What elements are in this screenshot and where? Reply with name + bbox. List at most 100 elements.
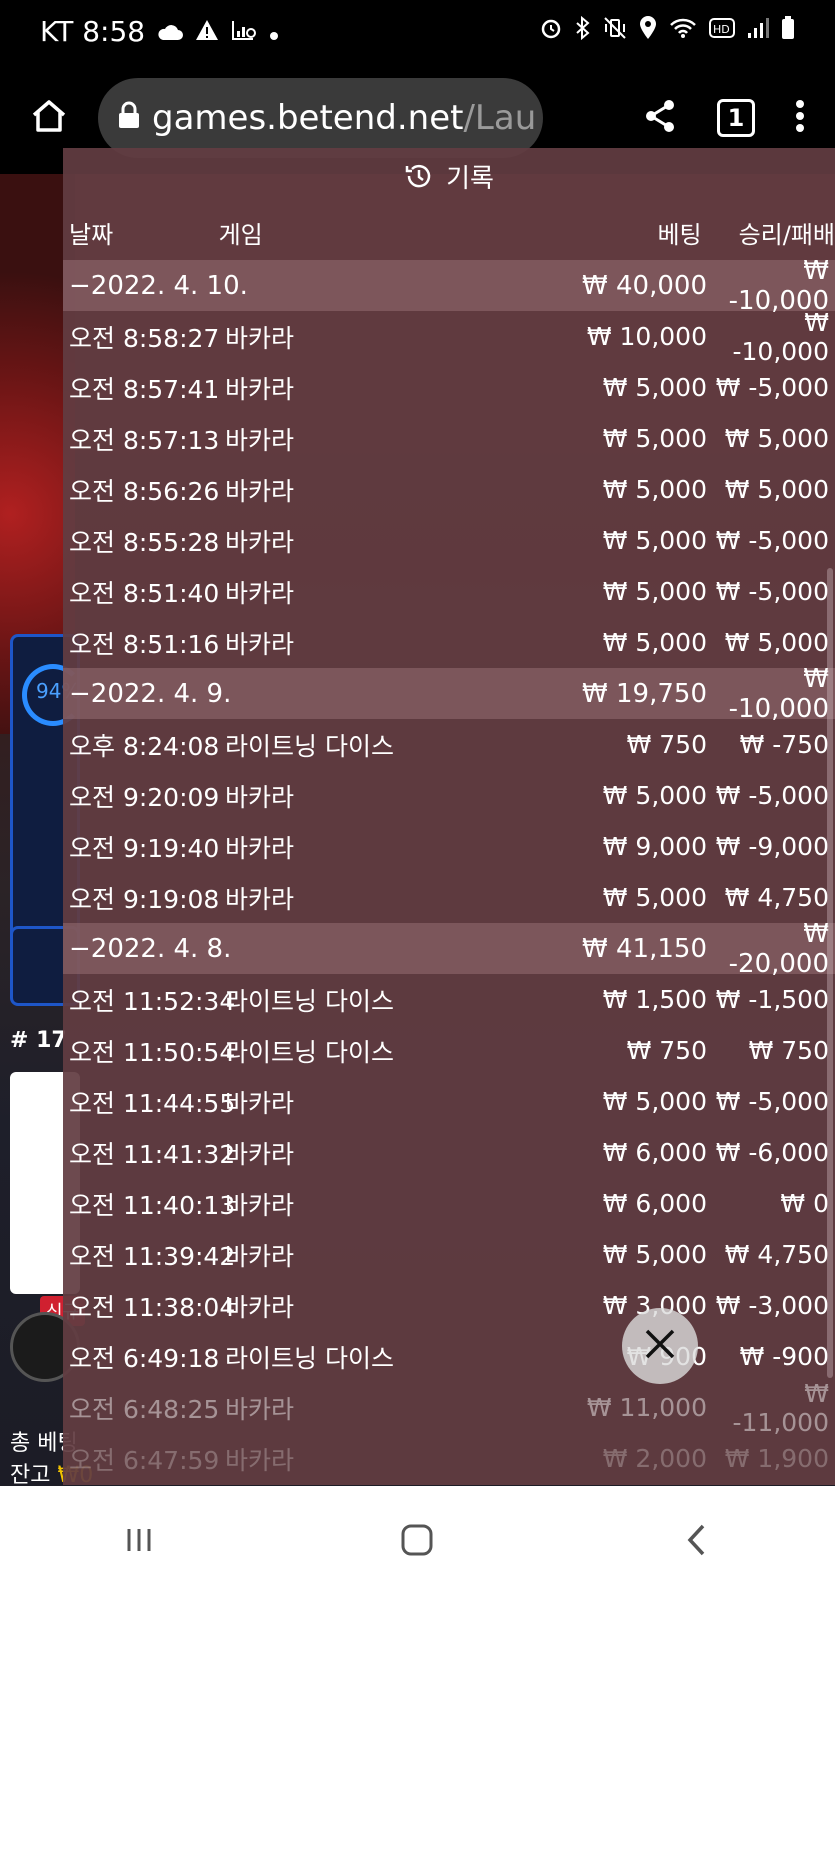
row-game: 바카라 [225, 1292, 295, 1322]
history-row[interactable]: 오전 8:57:41 바카라 ₩ 5,000 ₩ -5,000 [63, 362, 835, 413]
row-bet: ₩ 5,000 [602, 424, 707, 453]
row-time: 오전 11:39:42 [69, 1241, 236, 1271]
row-game: 바카라 [225, 1241, 295, 1271]
history-row[interactable]: 오전 8:51:16 바카라 ₩ 5,000 ₩ 5,000 [63, 617, 835, 668]
row-result: ₩ 4,750 [724, 1240, 829, 1269]
row-result: ₩ -3,000 [715, 1291, 829, 1320]
history-row[interactable]: 오전 8:57:13 바카라 ₩ 5,000 ₩ 5,000 [63, 413, 835, 464]
nav-home-button[interactable] [377, 1512, 457, 1572]
row-game: 바카라 [225, 1445, 295, 1475]
row-time: 오전 8:57:13 [69, 425, 220, 455]
row-game: 바카라 [225, 1394, 295, 1424]
row-bet: ₩ 5,000 [602, 1240, 707, 1269]
row-time: 오전 8:56:26 [69, 476, 220, 506]
row-time: 오전 9:20:09 [69, 782, 220, 812]
system-nav-bar [0, 1486, 835, 1856]
history-row[interactable]: 오전 6:47:59 바카라 ₩ 2,000 ₩ 1,900 [63, 1433, 835, 1484]
bluetooth-icon [575, 15, 591, 46]
recents-button[interactable] [99, 1512, 179, 1572]
date-group-row[interactable]: −2022. 4. 10. ₩ 40,000 ₩ -10,000 [63, 256, 835, 316]
row-game: 라이트닝 다이스 [225, 1343, 394, 1373]
carrier-time: KT 8:58 [40, 14, 146, 48]
tab-switcher-button[interactable]: 1 [717, 99, 755, 137]
row-bet: ₩ 5,000 [602, 781, 707, 810]
battery-icon [781, 16, 795, 46]
share-icon[interactable] [643, 99, 677, 137]
back-icon [685, 1523, 707, 1561]
history-row[interactable]: 오전 11:39:42 바카라 ₩ 5,000 ₩ 4,750 [63, 1229, 835, 1280]
row-game: 라이트닝 다이스 [225, 986, 394, 1016]
row-time: 오후 8:24:08 [69, 731, 220, 761]
history-row[interactable]: 오전 8:51:40 바카라 ₩ 5,000 ₩ -5,000 [63, 566, 835, 617]
row-bet: ₩ 750 [626, 1036, 707, 1065]
row-game: 바카라 [225, 425, 295, 455]
history-row[interactable]: 오전 11:40:13 바카라 ₩ 6,000 ₩ 0 [63, 1178, 835, 1229]
row-bet: ₩ 1,500 [602, 985, 707, 1014]
scrollbar[interactable] [827, 568, 833, 1378]
history-row[interactable]: 오전 8:55:28 바카라 ₩ 5,000 ₩ -5,000 [63, 515, 835, 566]
row-game: 바카라 [225, 1139, 295, 1169]
row-result: ₩ 1,900 [724, 1444, 829, 1473]
history-row[interactable]: 오전 11:50:54 라이트닝 다이스 ₩ 750 ₩ 750 [63, 1025, 835, 1076]
history-row[interactable]: 오후 8:24:08 라이트닝 다이스 ₩ 750 ₩ -750 [63, 719, 835, 770]
row-bet: ₩ 6,000 [602, 1138, 707, 1167]
history-row[interactable]: 오전 9:20:09 바카라 ₩ 5,000 ₩ -5,000 [63, 770, 835, 821]
close-icon [644, 1328, 676, 1364]
history-row[interactable]: 오전 6:48:25 바카라 ₩ 11,000 ₩ -11,000 [63, 1379, 835, 1437]
alarm-icon [539, 16, 563, 46]
row-result: ₩ -750 [739, 730, 829, 759]
column-bet: 베팅 [657, 220, 702, 249]
row-game: 바카라 [225, 374, 295, 404]
row-bet: ₩ 11,000 [586, 1393, 707, 1422]
history-row[interactable]: 오전 11:52:34 라이트닝 다이스 ₩ 1,500 ₩ -1,500 [63, 974, 835, 1025]
row-time: 오전 9:19:08 [69, 884, 220, 914]
date-group-row[interactable]: −2022. 4. 8. ₩ 41,150 ₩ -20,000 [63, 919, 835, 979]
row-bet: ₩ 5,000 [602, 883, 707, 912]
row-bet: ₩ 5,000 [602, 1087, 707, 1116]
history-row[interactable]: 오전 6:49:18라이트닝 다이스₩ 900₩ -900 [63, 1331, 835, 1382]
date-group-row[interactable]: −2022. 4. 9. ₩ 19,750 ₩ -10,000 [63, 664, 835, 724]
history-row[interactable]: 오전 9:19:08 바카라 ₩ 5,000 ₩ 4,750 [63, 872, 835, 923]
row-time: 오전 8:58:27 [69, 323, 220, 353]
row-time: 오전 6:47:59 [69, 1445, 220, 1475]
group-bet-total: ₩ 40,000 [582, 270, 707, 301]
vibrate-icon [603, 16, 627, 46]
column-result: 승리/패배 [738, 220, 835, 249]
close-button[interactable] [622, 1308, 698, 1384]
row-game: 바카라 [225, 884, 295, 914]
row-result: ₩ -5,000 [715, 1087, 829, 1116]
row-bet: ₩ 2,000 [602, 1444, 707, 1473]
row-game: 바카라 [225, 1088, 295, 1118]
row-result: ₩ 4,750 [724, 883, 829, 912]
url-text: games.betend.net/Lau [152, 98, 536, 138]
history-row[interactable]: 오전 11:41:32 바카라 ₩ 6,000 ₩ -6,000 [63, 1127, 835, 1178]
row-game: 바카라 [225, 323, 295, 353]
home-icon [31, 99, 67, 137]
group-result-total: ₩ -10,000 [728, 663, 829, 724]
row-result: ₩ 5,000 [724, 475, 829, 504]
history-row[interactable]: 오전 11:38:04 바카라 ₩ 3,000 ₩ -3,000 [63, 1280, 835, 1331]
back-button[interactable] [656, 1512, 736, 1572]
history-row[interactable]: 오전 8:56:26 바카라 ₩ 5,000 ₩ 5,000 [63, 464, 835, 515]
row-bet: ₩ 3,000 [602, 1291, 707, 1320]
row-time: 오전 6:48:25 [69, 1394, 220, 1424]
row-bet: ₩ 5,000 [602, 628, 707, 657]
history-row[interactable]: 오전 8:58:27 바카라 ₩ 10,000 ₩ -10,000 [63, 308, 835, 366]
row-game: 바카라 [225, 527, 295, 557]
group-result-total: ₩ -10,000 [728, 255, 829, 316]
column-date: 날짜 [69, 220, 114, 249]
more-menu-icon[interactable] [795, 99, 805, 137]
row-result: ₩ -6,000 [715, 1138, 829, 1167]
row-game: 바카라 [225, 578, 295, 608]
history-row[interactable]: 오전 11:44:55 바카라 ₩ 5,000 ₩ -5,000 [63, 1076, 835, 1127]
status-bar: KT 8:58 HD [0, 0, 835, 62]
row-result: ₩ 0 [780, 1189, 829, 1218]
row-result: ₩ -5,000 [715, 781, 829, 810]
signal-icon [747, 17, 769, 45]
history-list[interactable]: −2022. 4. 10. ₩ 40,000 ₩ -10,000 오전 8:58:27… [63, 256, 835, 1484]
svg-text:HD: HD [713, 23, 730, 36]
row-game: 바카라 [225, 1190, 295, 1220]
history-row[interactable]: 오전 9:19:40 바카라 ₩ 9,000 ₩ -9,000 [63, 821, 835, 872]
alert-icon [195, 15, 219, 48]
url-bar[interactable]: games.betend.net/Lau [98, 78, 543, 158]
